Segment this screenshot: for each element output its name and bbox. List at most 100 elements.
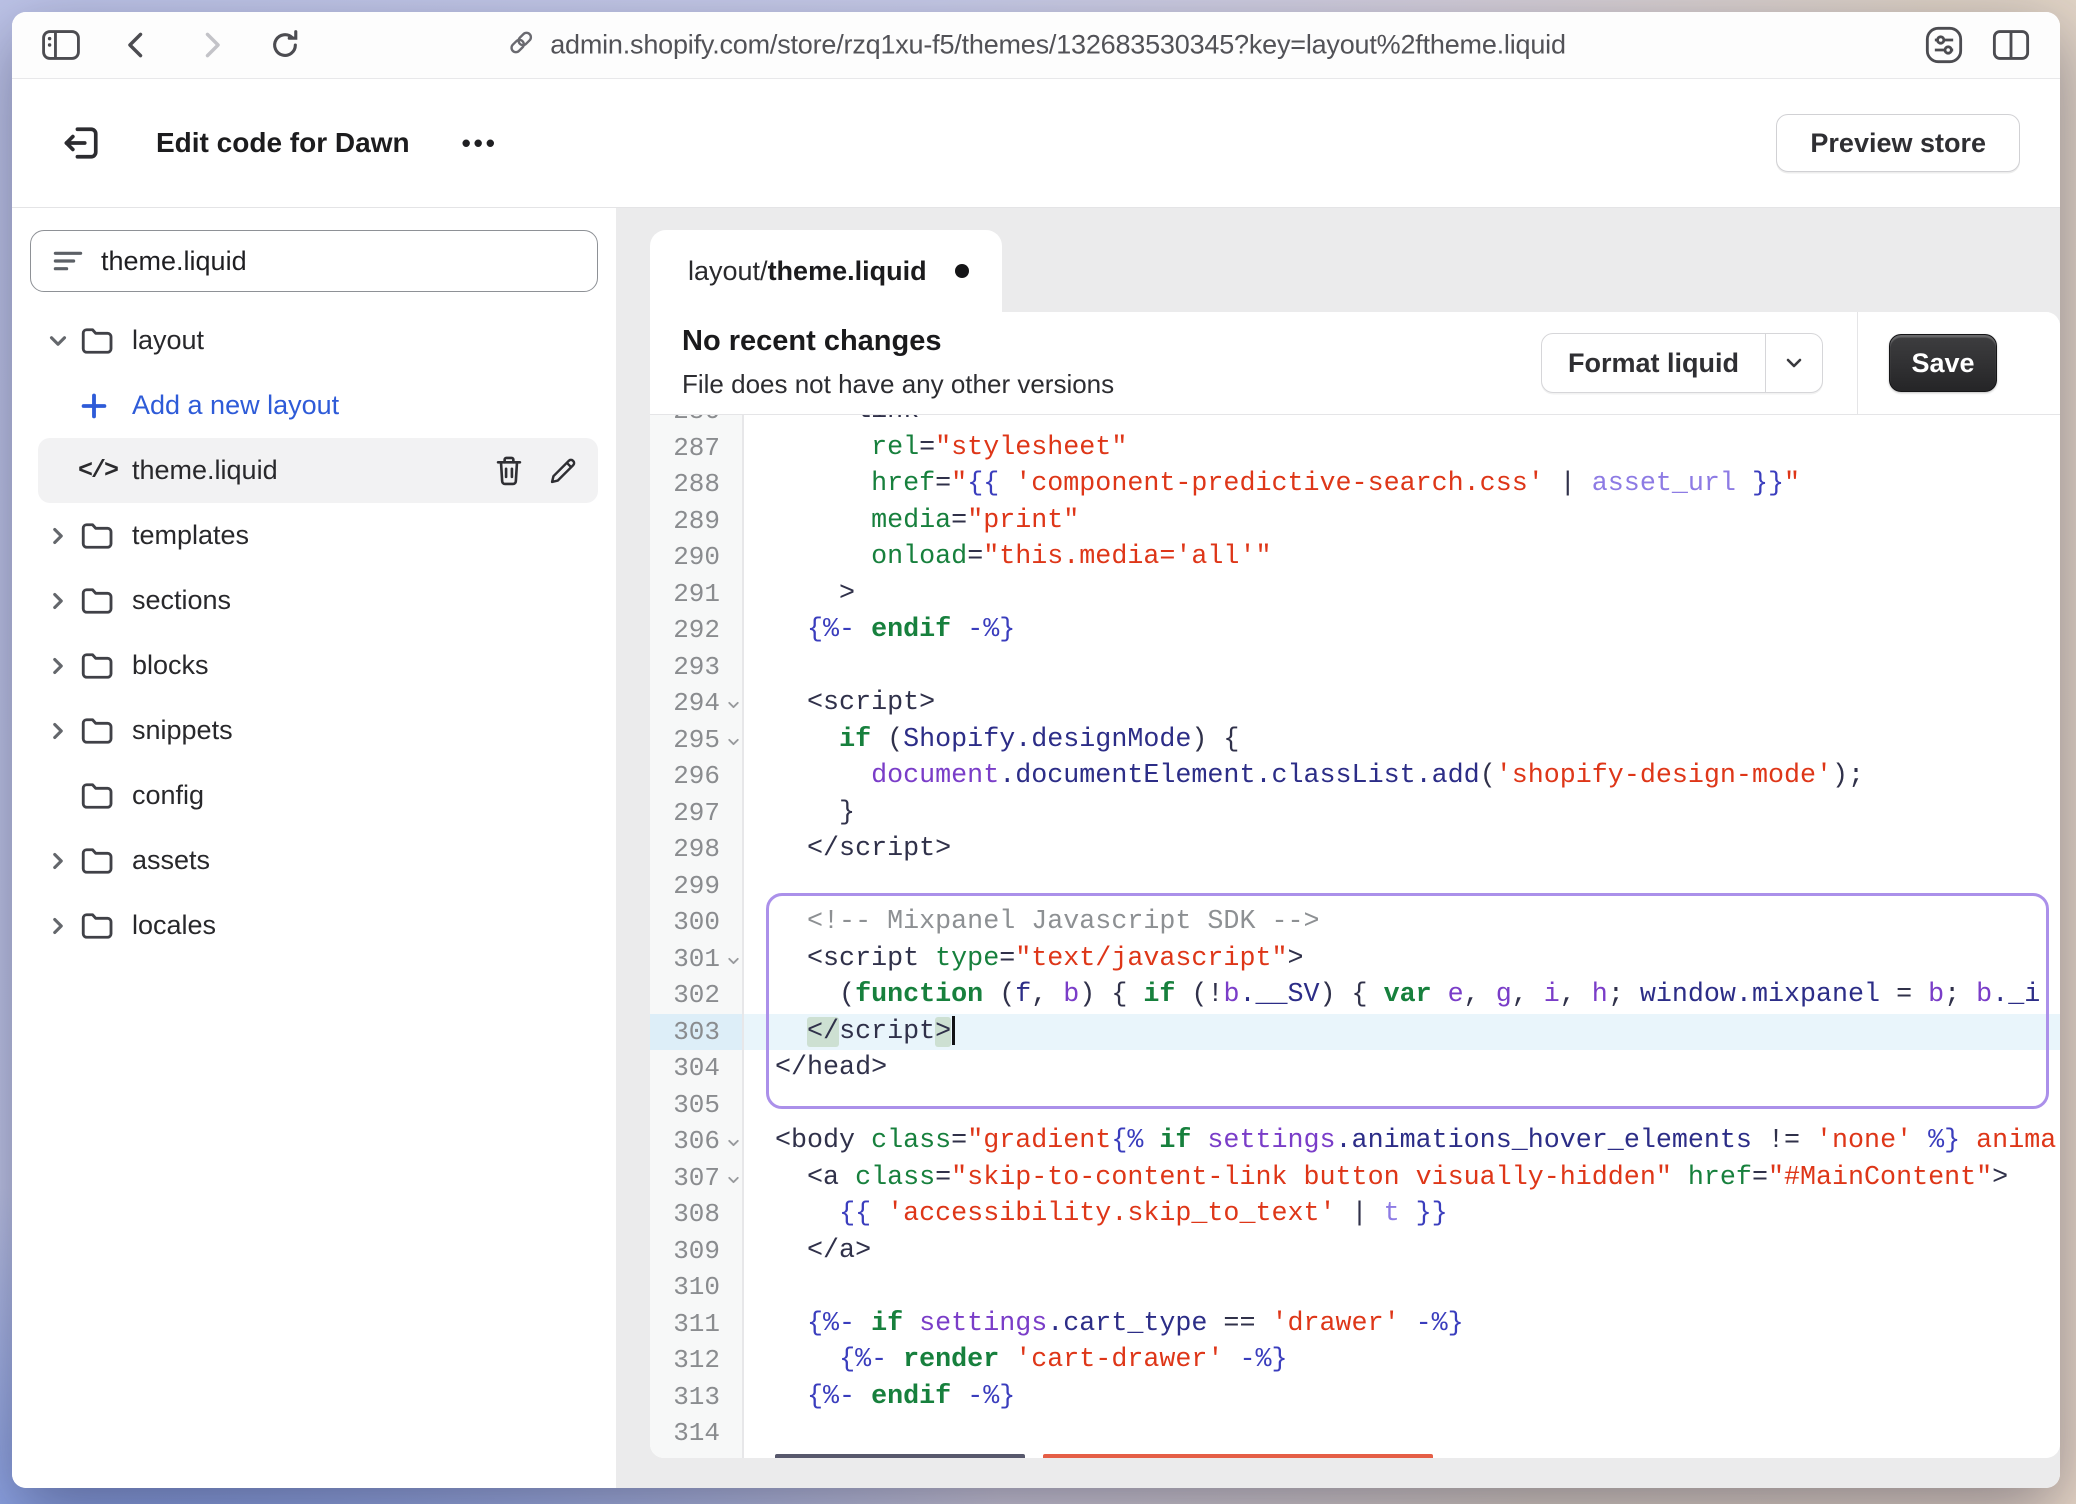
sidebar-toggle-icon[interactable] <box>42 29 80 61</box>
fold-chevron-icon[interactable] <box>725 697 742 714</box>
code-line-content[interactable]: (function (f, b) { if (!b.__SV) { var e,… <box>742 977 2060 1014</box>
sidebar-item-theme-liquid[interactable]: </>theme.liquid <box>38 438 598 503</box>
code-line[interactable]: 294 <script> <box>650 685 2060 722</box>
fold-chevron-icon[interactable] <box>725 1135 742 1152</box>
code-line[interactable]: 288 href="{{ 'component-predictive-searc… <box>650 466 2060 503</box>
code-line[interactable]: 293 <box>650 649 2060 686</box>
back-icon[interactable] <box>120 28 154 62</box>
code-line-content[interactable]: <script> <box>742 685 2060 722</box>
code-line-content[interactable]: </head> <box>742 1050 2060 1087</box>
code-line-content[interactable]: media="print" <box>742 503 2060 540</box>
forward-icon[interactable] <box>194 28 228 62</box>
code-line-content[interactable]: if (Shopify.designMode) { <box>742 722 2060 759</box>
split-view-icon[interactable] <box>1992 25 2030 65</box>
file-filter-input[interactable] <box>99 245 597 278</box>
code-line[interactable]: 314 <box>650 1415 2060 1452</box>
code-line-content[interactable]: <script type="text/javascript"> <box>742 941 2060 978</box>
code-line-content[interactable] <box>742 1087 2060 1124</box>
sidebar-item-layout[interactable]: layout <box>38 308 598 373</box>
code-line[interactable]: 296 document.documentElement.classList.a… <box>650 758 2060 795</box>
code-line-content[interactable]: {%- render 'cart-drawer' -%} <box>742 1342 2060 1379</box>
code-line[interactable]: 287 rel="stylesheet" <box>650 430 2060 467</box>
code-line-content[interactable]: </a> <box>742 1233 2060 1270</box>
format-liquid-button[interactable]: Format liquid <box>1541 333 1823 393</box>
fold-chevron-icon[interactable] <box>725 733 742 750</box>
code-line-content[interactable]: </script> <box>742 1014 2060 1051</box>
code-line-content[interactable]: > <box>742 576 2060 613</box>
sidebar-item-templates[interactable]: templates <box>38 503 598 568</box>
sidebar-item-locales[interactable]: locales <box>38 893 598 958</box>
fold-chevron-icon[interactable] <box>725 1171 742 1188</box>
code-line-content[interactable]: <a class="skip-to-content-link button vi… <box>742 1160 2060 1197</box>
code-line[interactable]: 292 {%- endif -%} <box>650 612 2060 649</box>
code-line-content[interactable] <box>742 649 2060 686</box>
code-line-content[interactable]: document.documentElement.classList.add('… <box>742 758 2060 795</box>
sidebar-item-assets[interactable]: assets <box>38 828 598 893</box>
text-cursor <box>952 1016 955 1045</box>
code-line-content[interactable]: rel="stylesheet" <box>742 430 2060 467</box>
chevron-down-icon[interactable] <box>1765 334 1822 392</box>
code-line[interactable]: 297 } <box>650 795 2060 832</box>
code-line[interactable]: 302 (function (f, b) { if (!b.__SV) { va… <box>650 977 2060 1014</box>
sidebar-item-add-a-new-layout[interactable]: Add a new layout <box>38 373 598 438</box>
chevron-right-icon[interactable] <box>38 588 78 614</box>
code-line[interactable]: 304</head> <box>650 1050 2060 1087</box>
code-line[interactable]: 298 </script> <box>650 831 2060 868</box>
code-line[interactable]: 289 media="print" <box>650 503 2060 540</box>
code-line-content[interactable]: {{ 'accessibility.skip_to_text' | t }} <box>742 1196 2060 1233</box>
sidebar-item-config[interactable]: config <box>38 763 598 828</box>
code-line[interactable]: 291 > <box>650 576 2060 613</box>
code-line-content[interactable] <box>742 1415 2060 1452</box>
code-line[interactable]: 309 </a> <box>650 1233 2060 1270</box>
tab-theme-liquid[interactable]: layout/theme.liquid <box>650 230 1002 312</box>
code-line-content[interactable] <box>742 1269 2060 1306</box>
reload-icon[interactable] <box>268 28 302 62</box>
chevron-right-icon[interactable] <box>38 848 78 874</box>
code-line[interactable]: 300 <!-- Mixpanel Javascript SDK --> <box>650 904 2060 941</box>
code-line-content[interactable] <box>742 868 2060 905</box>
more-menu-icon[interactable]: ••• <box>456 127 504 160</box>
code-line[interactable]: 310 <box>650 1269 2060 1306</box>
code-line-content[interactable]: </script> <box>742 831 2060 868</box>
chevron-right-icon[interactable] <box>38 653 78 679</box>
code-line[interactable]: 290 onload="this.media='all'" <box>650 539 2060 576</box>
code-line-content[interactable]: href="{{ 'component-predictive-search.cs… <box>742 466 2060 503</box>
save-button[interactable]: Save <box>1889 334 1997 392</box>
code-line-content[interactable]: {%- if settings.cart_type == 'drawer' -%… <box>742 1306 2060 1343</box>
code-line-content[interactable]: <link <box>742 415 2060 430</box>
code-line[interactable]: 305 <box>650 1087 2060 1124</box>
chevron-down-icon[interactable] <box>38 328 78 354</box>
sidebar-item-blocks[interactable]: blocks <box>38 633 598 698</box>
chevron-right-icon[interactable] <box>38 718 78 744</box>
code-line[interactable]: 303 </script> <box>650 1014 2060 1051</box>
preview-store-button[interactable]: Preview store <box>1776 114 2020 172</box>
code-line[interactable]: 295 if (Shopify.designMode) { <box>650 722 2060 759</box>
code-line[interactable]: 312 {%- render 'cart-drawer' -%} <box>650 1342 2060 1379</box>
code-line-content[interactable]: <!-- Mixpanel Javascript SDK --> <box>742 904 2060 941</box>
fold-chevron-icon[interactable] <box>725 952 742 969</box>
sidebar-item-sections[interactable]: sections <box>38 568 598 633</box>
exit-editor-icon[interactable] <box>60 121 104 165</box>
code-line[interactable]: 307 <a class="skip-to-content-link butto… <box>650 1160 2060 1197</box>
pencil-icon[interactable] <box>548 455 578 487</box>
file-filter[interactable] <box>30 230 598 292</box>
code-line[interactable]: 306<body class="gradient{% if settings.a… <box>650 1123 2060 1160</box>
code-line[interactable]: 299 <box>650 868 2060 905</box>
code-line-content[interactable]: {%- endif -%} <box>742 1379 2060 1416</box>
code-line[interactable]: 313 {%- endif -%} <box>650 1379 2060 1416</box>
code-line-content[interactable]: onload="this.media='all'" <box>742 539 2060 576</box>
code-line-content[interactable]: {%- endif -%} <box>742 612 2060 649</box>
code-line-content[interactable]: } <box>742 795 2060 832</box>
code-line-content[interactable]: <body class="gradient{% if settings.anim… <box>742 1123 2060 1160</box>
extensions-icon[interactable] <box>1924 25 1964 65</box>
code-line[interactable]: 308 {{ 'accessibility.skip_to_text' | t … <box>650 1196 2060 1233</box>
code-line[interactable]: 286 <link <box>650 415 2060 430</box>
code-line[interactable]: 301 <script type="text/javascript"> <box>650 941 2060 978</box>
chevron-right-icon[interactable] <box>38 913 78 939</box>
code-editor[interactable]: 286 <link287 rel="stylesheet"288 href="{… <box>650 415 2060 1458</box>
chevron-right-icon[interactable] <box>38 523 78 549</box>
sidebar-item-snippets[interactable]: snippets <box>38 698 598 763</box>
address-bar[interactable]: admin.shopify.com/store/rzq1xu-f5/themes… <box>506 28 1566 63</box>
trash-icon[interactable] <box>494 455 524 487</box>
code-line[interactable]: 311 {%- if settings.cart_type == 'drawer… <box>650 1306 2060 1343</box>
